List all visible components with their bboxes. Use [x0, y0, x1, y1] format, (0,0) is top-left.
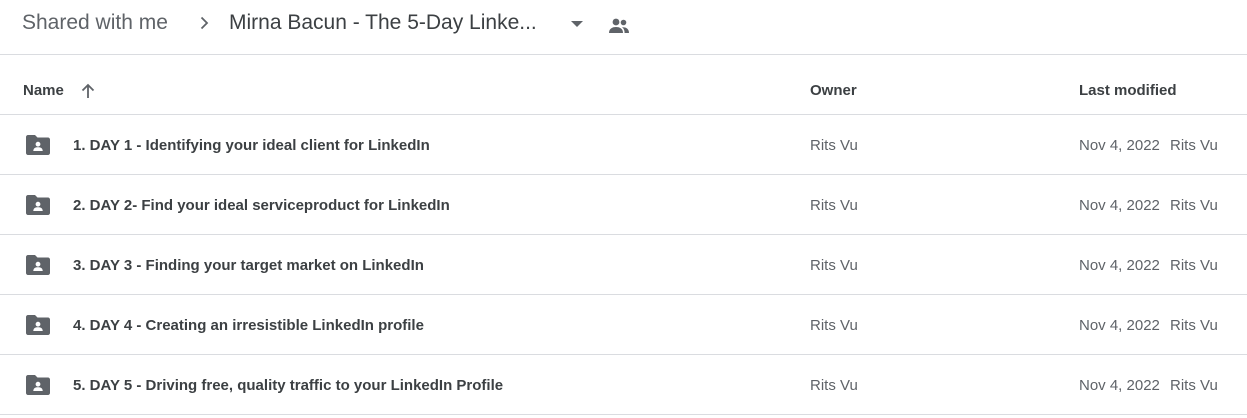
- table-row[interactable]: 3. DAY 3 - Finding your target market on…: [0, 235, 1247, 295]
- row-owner: Rits Vu: [810, 257, 858, 274]
- column-header-name[interactable]: Name: [23, 82, 64, 99]
- shared-folder-icon: [26, 255, 50, 275]
- row-last-modified-by: Rits Vu: [1170, 377, 1218, 394]
- arrow-upward-icon[interactable]: [78, 81, 98, 101]
- table-row[interactable]: 1. DAY 1 - Identifying your ideal client…: [0, 115, 1247, 175]
- arrow-drop-down-icon[interactable]: [566, 17, 588, 31]
- breadcrumb-shared-with-me[interactable]: Shared with me: [22, 9, 168, 37]
- shared-folder-icon: [26, 315, 50, 335]
- row-last-modified-by: Rits Vu: [1170, 317, 1218, 334]
- row-last-modified-date: Nov 4, 2022: [1079, 197, 1160, 214]
- table-row[interactable]: 5. DAY 5 - Driving free, quality traffic…: [0, 355, 1247, 415]
- row-owner: Rits Vu: [810, 137, 858, 154]
- people-icon[interactable]: [607, 16, 631, 36]
- row-last-modified-date: Nov 4, 2022: [1079, 257, 1160, 274]
- row-last-modified-by: Rits Vu: [1170, 257, 1218, 274]
- column-header-row: Name Owner Last modified: [0, 55, 1247, 115]
- shared-folder-icon: [26, 375, 50, 395]
- row-name: 3. DAY 3 - Finding your target market on…: [73, 257, 424, 274]
- row-name: 4. DAY 4 - Creating an irresistible Link…: [73, 317, 424, 334]
- row-last-modified-date: Nov 4, 2022: [1079, 137, 1160, 154]
- row-owner: Rits Vu: [810, 197, 858, 214]
- row-owner: Rits Vu: [810, 377, 858, 394]
- drive-folder-view: Shared with me Mirna Bacun - The 5-Day L…: [0, 0, 1247, 418]
- row-last-modified-by: Rits Vu: [1170, 137, 1218, 154]
- breadcrumb: Shared with me Mirna Bacun - The 5-Day L…: [0, 0, 1247, 55]
- row-owner: Rits Vu: [810, 317, 858, 334]
- file-list: 1. DAY 1 - Identifying your ideal client…: [0, 115, 1247, 415]
- column-header-last-modified[interactable]: Last modified: [1079, 82, 1177, 99]
- row-last-modified-date: Nov 4, 2022: [1079, 377, 1160, 394]
- shared-folder-icon: [26, 135, 50, 155]
- row-name: 1. DAY 1 - Identifying your ideal client…: [73, 137, 430, 154]
- row-name: 5. DAY 5 - Driving free, quality traffic…: [73, 377, 504, 394]
- table-row[interactable]: 2. DAY 2- Find your ideal serviceproduct…: [0, 175, 1247, 235]
- row-last-modified-by: Rits Vu: [1170, 197, 1218, 214]
- column-header-owner[interactable]: Owner: [810, 82, 857, 99]
- row-name: 2. DAY 2- Find your ideal serviceproduct…: [73, 197, 450, 214]
- chevron-right-icon: [200, 16, 209, 30]
- row-last-modified-date: Nov 4, 2022: [1079, 317, 1160, 334]
- table-row[interactable]: 4. DAY 4 - Creating an irresistible Link…: [0, 295, 1247, 355]
- shared-folder-icon: [26, 195, 50, 215]
- breadcrumb-current-folder[interactable]: Mirna Bacun - The 5-Day Linke...: [229, 9, 537, 37]
